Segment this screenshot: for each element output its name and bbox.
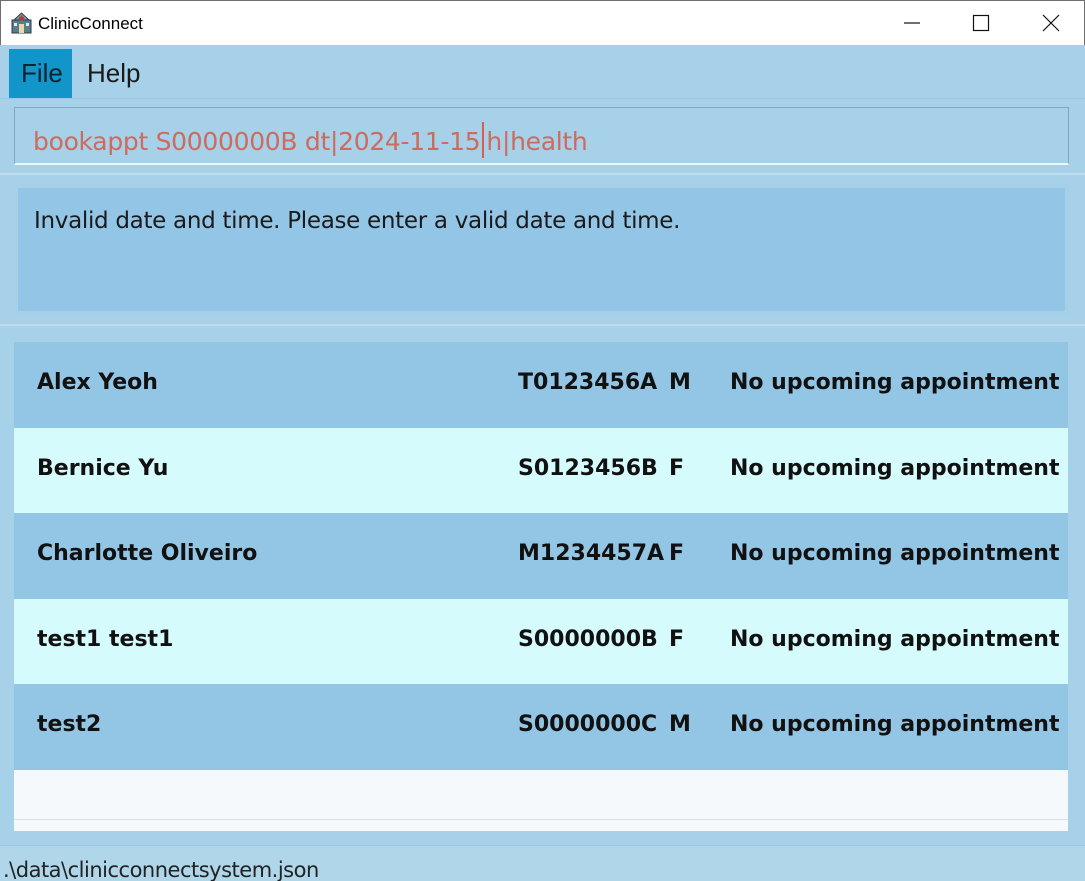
patient-name: test1 test1 xyxy=(37,627,174,652)
result-display: Invalid date and time. Please enter a va… xyxy=(14,184,1069,315)
patient-name: Alex Yeoh xyxy=(37,370,158,395)
menu-help[interactable]: Help xyxy=(75,49,152,98)
patient-nric: S0000000B xyxy=(518,627,658,652)
patient-row[interactable]: test1 test1 S0000000B F No upcoming appo… xyxy=(14,599,1068,685)
clinic-app-icon xyxy=(11,12,32,34)
title-bar: ClinicConnect xyxy=(0,0,1085,45)
command-text: bookappt S0000000B dt|2024-11-15 h|health xyxy=(33,122,588,158)
minimize-button[interactable] xyxy=(877,1,947,45)
patient-nric: M1234457A xyxy=(518,541,665,566)
patient-appointment: No upcoming appointment xyxy=(730,541,1060,566)
command-input[interactable]: bookappt S0000000B dt|2024-11-15 h|health xyxy=(14,107,1069,165)
patient-name: Charlotte Oliveiro xyxy=(37,541,258,566)
result-message: Invalid date and time. Please enter a va… xyxy=(34,208,681,234)
window-title: ClinicConnect xyxy=(38,14,143,33)
patient-row[interactable]: test2 S0000000C M No upcoming appointmen… xyxy=(14,684,1068,770)
maximize-button[interactable] xyxy=(946,1,1016,45)
patient-list[interactable]: Alex Yeoh T0123456A M No upcoming appoin… xyxy=(14,342,1068,831)
save-file-path: .\data\clinicconnectsystem.json xyxy=(3,858,319,881)
patient-appointment: No upcoming appointment xyxy=(730,370,1060,395)
patient-appointment: No upcoming appointment xyxy=(730,456,1060,481)
patient-sex: F xyxy=(669,456,685,481)
command-text-after-caret: h|health xyxy=(486,127,588,156)
list-divider xyxy=(14,819,1068,820)
menu-bar: File Help xyxy=(0,45,1085,99)
close-button[interactable] xyxy=(1016,1,1085,45)
maximize-icon xyxy=(972,14,990,32)
text-caret xyxy=(482,122,485,158)
patient-appointment: No upcoming appointment xyxy=(730,627,1060,652)
patient-sex: F xyxy=(669,541,685,566)
menu-file[interactable]: File xyxy=(9,49,72,98)
patient-row[interactable]: Alex Yeoh T0123456A M No upcoming appoin… xyxy=(14,342,1068,428)
patient-sex: M xyxy=(669,370,691,395)
minimize-icon xyxy=(904,22,920,24)
close-icon xyxy=(1042,14,1060,32)
command-text-before-caret: bookappt S0000000B dt|2024-11-15 xyxy=(33,127,481,156)
patient-name: Bernice Yu xyxy=(37,456,169,481)
patient-nric: S0000000C xyxy=(518,712,658,737)
result-area: Invalid date and time. Please enter a va… xyxy=(0,176,1085,326)
command-area: bookappt S0000000B dt|2024-11-15 h|health xyxy=(0,99,1085,175)
patient-name: test2 xyxy=(37,712,102,737)
patient-row[interactable]: Bernice Yu S0123456B F No upcoming appoi… xyxy=(14,428,1068,514)
patient-appointment: No upcoming appointment xyxy=(730,712,1060,737)
status-bar: .\data\clinicconnectsystem.json xyxy=(0,845,1085,881)
patient-row[interactable]: Charlotte Oliveiro M1234457A F No upcomi… xyxy=(14,513,1068,599)
patient-sex: F xyxy=(669,627,685,652)
patient-nric: T0123456A xyxy=(518,370,658,395)
patient-sex: M xyxy=(669,712,691,737)
patient-nric: S0123456B xyxy=(518,456,658,481)
